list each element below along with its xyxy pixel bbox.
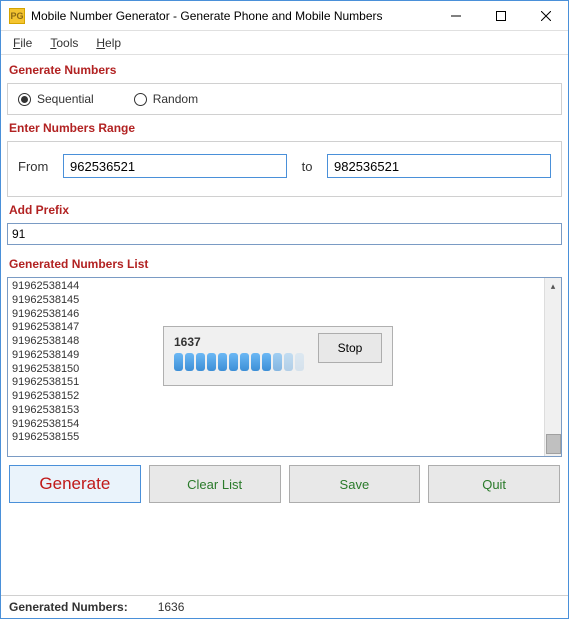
progress-segment [262, 353, 271, 371]
list-item[interactable]: 91962538152 [12, 390, 540, 404]
main-window: PG Mobile Number Generator - Generate Ph… [0, 0, 569, 619]
progress-segment [218, 353, 227, 371]
list-scrollbar[interactable]: ▴ [544, 278, 561, 456]
action-buttons: Generate Clear List Save Quit [7, 459, 562, 509]
generate-numbers-section: Sequential Random [7, 83, 562, 115]
list-item[interactable]: 91962538155 [12, 431, 540, 445]
menubar: File Tools Help [1, 31, 568, 55]
random-label: Random [153, 92, 198, 106]
progress-left: 1637 [174, 333, 304, 371]
window-title: Mobile Number Generator - Generate Phone… [31, 9, 433, 23]
content-area: Generate Numbers Sequential Random Enter… [1, 55, 568, 595]
progress-count: 1637 [174, 333, 304, 351]
app-icon: PG [9, 8, 25, 24]
list-item[interactable]: 91962538153 [12, 404, 540, 418]
progress-segment [284, 353, 293, 371]
progress-segment [185, 353, 194, 371]
maximize-icon [496, 11, 506, 21]
quit-button[interactable]: Quit [428, 465, 560, 503]
close-icon [541, 11, 551, 21]
maximize-button[interactable] [478, 1, 523, 30]
menu-tools[interactable]: Tools [50, 36, 78, 50]
list-item[interactable]: 91962538145 [12, 294, 540, 308]
menu-file[interactable]: File [13, 36, 32, 50]
prefix-header: Add Prefix [7, 199, 562, 221]
radio-icon [134, 93, 147, 106]
sequential-label: Sequential [37, 92, 94, 106]
window-controls [433, 1, 568, 30]
progress-top-row: 1637 [174, 333, 382, 371]
stop-button[interactable]: Stop [318, 333, 382, 363]
progress-segment [196, 353, 205, 371]
list-item[interactable]: 91962538154 [12, 418, 540, 432]
progress-segment [207, 353, 216, 371]
status-count: 1636 [158, 600, 185, 614]
generated-list: 919625381449196253814591962538146 9196253… [7, 277, 562, 457]
clear-list-button[interactable]: Clear List [149, 465, 281, 503]
minimize-icon [451, 11, 461, 21]
minimize-button[interactable] [433, 1, 478, 30]
list-item[interactable]: 91962538146 [12, 308, 540, 322]
prefix-input[interactable] [7, 223, 562, 245]
to-label: to [297, 159, 317, 174]
status-label: Generated Numbers: [9, 600, 128, 614]
generate-button[interactable]: Generate [9, 465, 141, 503]
from-label: From [18, 159, 53, 174]
range-section: From to [7, 141, 562, 197]
progress-segment [251, 353, 260, 371]
menu-help[interactable]: Help [96, 36, 121, 50]
scroll-up-icon: ▴ [545, 278, 561, 295]
random-radio[interactable]: Random [134, 92, 198, 106]
progress-segment [174, 353, 183, 371]
mode-radio-group: Sequential Random [18, 92, 551, 106]
range-header: Enter Numbers Range [7, 117, 562, 139]
save-button[interactable]: Save [289, 465, 421, 503]
progress-segment [240, 353, 249, 371]
to-input[interactable] [327, 154, 551, 178]
progress-segment [273, 353, 282, 371]
generated-list-header: Generated Numbers List [7, 253, 562, 275]
progress-bar [174, 353, 304, 371]
list-item[interactable]: 91962538144 [12, 280, 540, 294]
scroll-thumb[interactable] [546, 434, 561, 454]
progress-segment [229, 353, 238, 371]
radio-icon [18, 93, 31, 106]
progress-dialog: 1637 [163, 326, 393, 386]
range-row: From to [18, 154, 551, 178]
titlebar: PG Mobile Number Generator - Generate Ph… [1, 1, 568, 31]
generate-numbers-header: Generate Numbers [7, 59, 562, 81]
sequential-radio[interactable]: Sequential [18, 92, 94, 106]
progress-segment [295, 353, 304, 371]
status-bar: Generated Numbers: 1636 [1, 595, 568, 618]
close-button[interactable] [523, 1, 568, 30]
from-input[interactable] [63, 154, 287, 178]
